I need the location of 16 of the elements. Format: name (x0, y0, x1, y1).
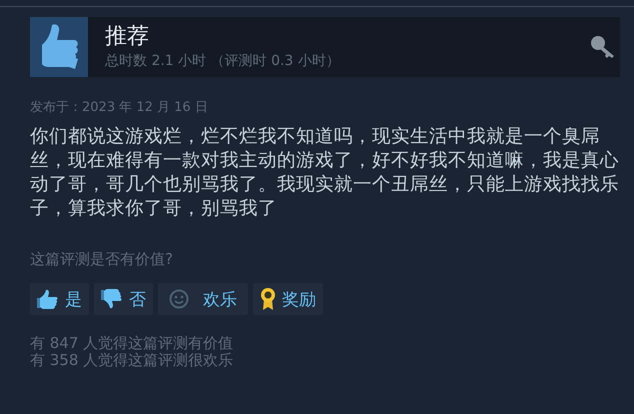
smiley-icon (169, 289, 189, 309)
vote-button[interactable]: 欢乐 (158, 283, 248, 315)
thumbs-down-icon (101, 289, 123, 309)
vote-button[interactable]: 是 (30, 283, 89, 315)
award-button[interactable]: 奖励 (253, 283, 323, 315)
key-icon (590, 35, 616, 59)
playtime-text: 总时数 2.1 小时 （评测时 0.3 小时） (105, 52, 341, 71)
vote-count-text: 有 847 人觉得这篇评测有价值 (30, 335, 234, 352)
vote-count-text: 有 358 人觉得这篇评测很欢乐 (30, 352, 234, 369)
review-text: 你们都说这游戏烂，烂不烂我不知道吗，现实生活中我就是一个臭屌丝，现在难得有一款对我主动的游戏了，好不好我不知道嘛，我是真心动了哥，哥几个也别骂我了。我现实就一个丑屌丝，只能上游戏找找乐子，算我求你了哥，别骂我了 (30, 125, 620, 221)
award-ribbon-icon (260, 287, 276, 311)
review-verdict: 推荐 (105, 23, 150, 51)
helpful-question: 这篇评测是否有价值? (30, 249, 174, 269)
posted-date: 发布于：2023 年 12 月 16 日 (30, 100, 209, 116)
thumbs-up-icon (37, 289, 59, 309)
vote-button[interactable]: 否 (94, 283, 153, 315)
